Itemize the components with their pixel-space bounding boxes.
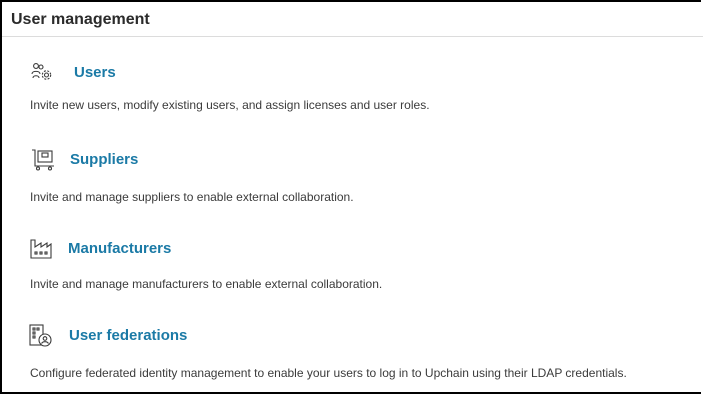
suppliers-header: Suppliers bbox=[2, 148, 703, 176]
suppliers-description: Invite and manage suppliers to enable ex… bbox=[30, 190, 354, 204]
panel-header: User management bbox=[2, 2, 703, 37]
users-gear-icon bbox=[30, 61, 54, 85]
users-link[interactable]: Users bbox=[74, 64, 116, 81]
manufacturers-description: Invite and manage manufacturers to enabl… bbox=[30, 277, 383, 291]
user-federation-icon bbox=[29, 324, 53, 348]
manufacturers-header: Manufacturers bbox=[2, 237, 703, 265]
suppliers-link[interactable]: Suppliers bbox=[70, 151, 138, 168]
user-management-panel: User management Users Invite new users, … bbox=[0, 0, 703, 394]
factory-icon bbox=[29, 237, 53, 261]
user-federations-link[interactable]: User federations bbox=[69, 327, 187, 344]
supplier-cart-icon bbox=[31, 148, 55, 172]
user-federations-header: User federations bbox=[2, 324, 703, 352]
manufacturers-link[interactable]: Manufacturers bbox=[68, 240, 171, 257]
user-federations-description: Configure federated identity management … bbox=[30, 366, 627, 380]
page-title: User management bbox=[11, 11, 150, 28]
users-header: Users bbox=[2, 61, 703, 89]
users-description: Invite new users, modify existing users,… bbox=[30, 98, 430, 112]
